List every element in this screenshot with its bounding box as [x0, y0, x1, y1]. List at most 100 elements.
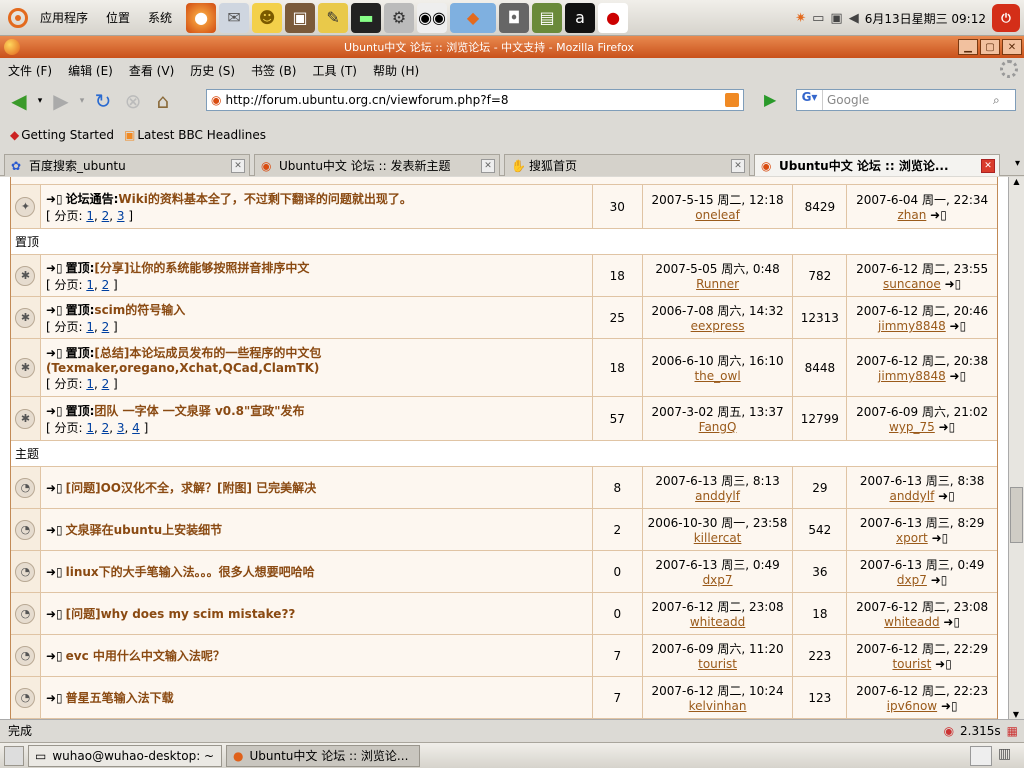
last-poster-link[interactable]: xport: [896, 531, 928, 545]
vertical-scrollbar[interactable]: ▲ ▼: [1008, 177, 1024, 719]
page-link[interactable]: 1: [86, 421, 94, 435]
menu-applications[interactable]: 应用程序: [34, 9, 94, 26]
maximize-button[interactable]: ▢: [980, 39, 1000, 55]
new-post-arrow-icon[interactable]: ➜▯: [46, 261, 63, 275]
topic-link[interactable]: 团队 一字体 一文泉驿 v0.8"宣政"发布: [94, 404, 304, 418]
bookmark-getting-started[interactable]: Getting Started: [21, 128, 114, 142]
topic-link[interactable]: Wiki的资料基本全了，不过剩下翻译的问题就出现了。: [118, 192, 411, 206]
eyes-launcher-icon[interactable]: ◉◉: [417, 2, 448, 33]
search-input[interactable]: Google: [823, 93, 993, 107]
book-launcher-icon[interactable]: ▤: [532, 2, 563, 33]
poster-link[interactable]: kelvinhan: [689, 699, 747, 713]
new-post-arrow-icon[interactable]: ➜▯: [46, 404, 63, 418]
search-bar[interactable]: G▾ Google ⌕: [796, 89, 1016, 111]
new-post-arrow-icon[interactable]: ➜▯: [46, 192, 63, 206]
page-link[interactable]: 3: [117, 209, 125, 223]
media-launcher-icon[interactable]: ▣: [285, 2, 316, 33]
poster-link[interactable]: the_owl: [694, 369, 740, 383]
poster-link[interactable]: Runner: [696, 277, 739, 291]
tab-close-icon[interactable]: ✕: [481, 159, 495, 173]
new-post-arrow-icon[interactable]: ➜▯: [46, 565, 63, 579]
goto-last-post-icon[interactable]: ➜▯: [928, 531, 949, 545]
back-dropdown-icon[interactable]: ▾: [34, 87, 46, 115]
new-post-arrow-icon[interactable]: ➜▯: [46, 649, 63, 663]
menu-places[interactable]: 位置: [100, 9, 136, 26]
trash-icon[interactable]: ▥: [998, 746, 1020, 766]
home-icon[interactable]: ⌂: [148, 87, 178, 115]
page-link[interactable]: 1: [86, 209, 94, 223]
page-link[interactable]: 3: [117, 421, 125, 435]
goto-last-post-icon[interactable]: ➜▯: [946, 319, 967, 333]
menu-bookmarks[interactable]: 书签 (B): [243, 62, 304, 79]
fish-launcher-icon[interactable]: ◆: [450, 2, 497, 33]
url-text[interactable]: http://forum.ubuntu.org.cn/viewforum.php…: [225, 93, 725, 107]
menu-edit[interactable]: 编辑 (E): [60, 62, 121, 79]
show-desktop-icon[interactable]: [4, 745, 24, 766]
menu-help[interactable]: 帮助 (H): [365, 62, 427, 79]
tab-forum[interactable]: ◉ Ubuntu中文 论坛 :: 浏览论... ✕: [754, 154, 1000, 176]
tab-close-icon[interactable]: ✕: [981, 159, 995, 173]
topic-link[interactable]: 普星五笔输入法下载: [66, 691, 174, 705]
goto-last-post-icon[interactable]: ➜▯: [935, 420, 956, 434]
rss-icon[interactable]: [725, 93, 739, 107]
poster-link[interactable]: anddylf: [695, 489, 740, 503]
new-post-arrow-icon[interactable]: ➜▯: [46, 691, 63, 705]
last-poster-link[interactable]: whiteadd: [884, 615, 939, 629]
minimize-button[interactable]: ▁: [958, 39, 978, 55]
poster-link[interactable]: whiteadd: [690, 615, 745, 629]
last-poster-link[interactable]: tourist: [892, 657, 931, 671]
page-link[interactable]: 1: [86, 377, 94, 391]
go-arrow-icon[interactable]: ▶: [764, 90, 786, 110]
goto-last-post-icon[interactable]: ➜▯: [941, 277, 962, 291]
tab-new-topic[interactable]: ◉ Ubuntu中文 论坛 :: 发表新主题 ✕: [254, 154, 500, 176]
stop-icon[interactable]: ⊗: [118, 87, 148, 115]
url-bar[interactable]: ◉ http://forum.ubuntu.org.cn/viewforum.p…: [206, 89, 744, 111]
topic-link[interactable]: [问题]OO汉化不全，求解？[附图] 已完美解决: [66, 481, 317, 495]
mail-launcher-icon[interactable]: ✉: [219, 2, 250, 33]
close-button[interactable]: ✕: [1002, 39, 1022, 55]
topic-link[interactable]: scim的符号输入: [94, 303, 185, 317]
tab-list-dropdown-icon[interactable]: ▾: [1015, 158, 1020, 169]
scrollbar-thumb[interactable]: [1010, 487, 1023, 543]
goto-last-post-icon[interactable]: ➜▯: [931, 657, 952, 671]
printer-icon[interactable]: ▭: [812, 11, 824, 26]
goto-last-post-icon[interactable]: ➜▯: [927, 573, 948, 587]
goto-last-post-icon[interactable]: ➜▯: [934, 489, 955, 503]
workspace-switcher[interactable]: [970, 745, 992, 766]
last-poster-link[interactable]: wyp_75: [889, 420, 935, 434]
scroll-up-icon[interactable]: ▲: [1009, 177, 1024, 191]
poster-link[interactable]: oneleaf: [695, 208, 740, 222]
goto-last-post-icon[interactable]: ➜▯: [946, 369, 967, 383]
ubuntu-logo-icon[interactable]: [8, 7, 28, 28]
menu-tools[interactable]: 工具 (T): [304, 62, 365, 79]
last-poster-link[interactable]: dxp7: [897, 573, 927, 587]
taskbar-firefox[interactable]: ● Ubuntu中文 论坛 :: 浏览论...: [226, 744, 420, 767]
last-poster-link[interactable]: zhan: [897, 208, 926, 222]
goto-last-post-icon[interactable]: ➜▯: [926, 208, 947, 222]
tab-sohu[interactable]: ✋ 搜狐首页 ✕: [504, 154, 750, 176]
forward-dropdown-icon[interactable]: ▾: [76, 87, 88, 115]
tab-close-icon[interactable]: ✕: [731, 159, 745, 173]
new-post-arrow-icon[interactable]: ➜▯: [46, 523, 63, 537]
taskbar-terminal[interactable]: ▭ wuhao@wuhao-desktop: ~: [28, 744, 222, 767]
qq-launcher-icon[interactable]: ●: [598, 2, 629, 33]
forward-arrow-icon[interactable]: ▶: [46, 87, 76, 115]
poster-link[interactable]: FangQ: [699, 420, 737, 434]
addon-icon[interactable]: ◉: [944, 724, 954, 738]
topic-link[interactable]: evc 中用什么中文输入法呢？: [66, 649, 225, 663]
last-poster-link[interactable]: ipv6now: [887, 699, 937, 713]
window-titlebar[interactable]: Ubuntu中文 论坛 :: 浏览论坛 - 中文支持 - Mozilla Fir…: [0, 36, 1024, 58]
reload-icon[interactable]: ↻: [88, 87, 118, 115]
clock[interactable]: 6月13日星期三 09:12: [865, 10, 986, 27]
terminal-launcher-icon[interactable]: ▬: [351, 2, 382, 33]
topic-link[interactable]: [问题]why does my scim mistake??: [66, 607, 296, 621]
back-arrow-icon[interactable]: ◀: [4, 87, 34, 115]
page-link[interactable]: 4: [132, 421, 140, 435]
topic-link[interactable]: 文泉驿在ubuntu上安装细节: [66, 523, 223, 537]
firefox-launcher-icon[interactable]: ●: [186, 2, 217, 33]
tab-baidu[interactable]: ✿ 百度搜索_ubuntu ✕: [4, 154, 250, 176]
new-post-arrow-icon[interactable]: ➜▯: [46, 303, 63, 317]
last-poster-link[interactable]: suncanoe: [883, 277, 941, 291]
page-link[interactable]: 1: [86, 278, 94, 292]
goto-last-post-icon[interactable]: ➜▯: [937, 699, 958, 713]
